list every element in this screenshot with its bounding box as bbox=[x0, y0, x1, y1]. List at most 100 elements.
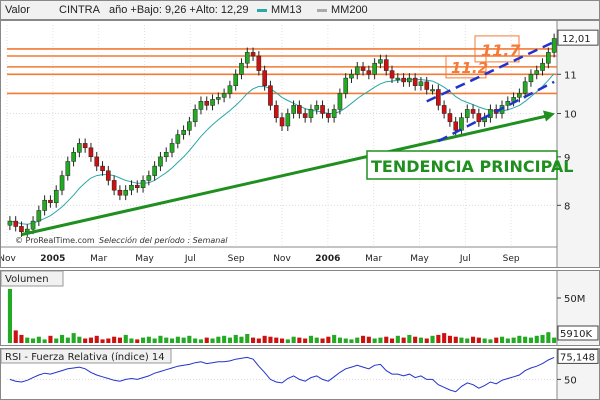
volume-bar bbox=[552, 337, 557, 343]
candle-body bbox=[459, 117, 464, 131]
volume-bar bbox=[361, 335, 366, 343]
candle-body bbox=[424, 81, 430, 90]
candle-body bbox=[349, 74, 354, 79]
volume-bar bbox=[94, 335, 99, 343]
volume-bar bbox=[25, 337, 30, 343]
volume-bar bbox=[152, 338, 157, 343]
candle-body bbox=[314, 105, 320, 110]
candle-body bbox=[24, 228, 30, 233]
x-tick-label: May bbox=[410, 254, 429, 264]
volume-bar bbox=[285, 339, 290, 343]
volume-panel: Volumen 50M 5910K bbox=[0, 270, 600, 346]
volume-bar bbox=[256, 338, 261, 343]
volume-bar bbox=[193, 338, 198, 343]
candle-body bbox=[418, 81, 424, 86]
candle-body bbox=[187, 121, 192, 131]
candle-body bbox=[82, 143, 88, 149]
candle-body bbox=[389, 70, 395, 79]
watermark-label: © ProRealTime.com bbox=[15, 236, 95, 245]
period-label: Selección del período : Semanal bbox=[99, 235, 228, 245]
y-tick-label: 11 bbox=[564, 70, 577, 81]
volume-bar bbox=[528, 337, 533, 343]
candle-body bbox=[378, 59, 383, 64]
candle-body bbox=[48, 199, 53, 203]
volume-bar bbox=[447, 335, 452, 343]
candle-body bbox=[262, 70, 267, 86]
volume-bar bbox=[141, 337, 146, 343]
candle-body bbox=[30, 220, 36, 230]
volume-bar bbox=[117, 337, 122, 343]
x-tick-label: May bbox=[135, 254, 154, 264]
x-tick-label: 2005 bbox=[40, 254, 65, 264]
volume-bar bbox=[511, 337, 516, 343]
candle-body bbox=[331, 109, 337, 118]
volume-bar bbox=[459, 337, 464, 343]
y-tick-label: 10 bbox=[564, 110, 577, 121]
volume-bar bbox=[523, 336, 528, 343]
candle-body bbox=[163, 152, 169, 158]
volume-plot-area bbox=[1, 271, 557, 345]
volume-bar bbox=[7, 289, 12, 343]
volume-bar bbox=[384, 336, 389, 343]
rsi-panel: RSI - Fuerza Relativa (índice) 14 50 75,14… bbox=[0, 348, 600, 400]
candle-body bbox=[152, 165, 157, 176]
volume-bar bbox=[245, 334, 250, 343]
ma13-legend-swatch bbox=[257, 9, 267, 12]
volume-bar bbox=[280, 338, 285, 343]
candle-body bbox=[383, 59, 389, 71]
volume-bar bbox=[123, 334, 128, 343]
volume-bar bbox=[135, 339, 140, 343]
volume-bar bbox=[413, 336, 418, 343]
candle-body bbox=[204, 101, 210, 106]
volume-bar bbox=[129, 338, 134, 343]
x-tick-label: Mar bbox=[365, 254, 382, 264]
volume-bar bbox=[60, 334, 65, 343]
volume-last-label: 5910K bbox=[560, 329, 592, 340]
volume-bar bbox=[505, 338, 510, 343]
volume-bar bbox=[378, 337, 383, 343]
volume-bar bbox=[390, 338, 395, 343]
volume-bar bbox=[418, 337, 423, 343]
candle-body bbox=[239, 62, 244, 75]
candle-body bbox=[337, 93, 343, 110]
candle-body bbox=[395, 77, 401, 80]
candle-body bbox=[517, 93, 522, 98]
volume-bar bbox=[442, 333, 447, 343]
volume-bar bbox=[494, 337, 499, 343]
candle-body bbox=[470, 109, 476, 114]
candle-body bbox=[297, 105, 302, 114]
volume-title: Volumen bbox=[5, 274, 49, 285]
valor-label: Valor bbox=[5, 4, 30, 16]
volume-bar bbox=[36, 336, 41, 343]
volume-bar bbox=[164, 337, 169, 343]
candle-body bbox=[7, 220, 13, 226]
volume-bar bbox=[366, 336, 371, 343]
volume-bar bbox=[48, 335, 53, 343]
volume-bar bbox=[274, 337, 279, 343]
volume-bar bbox=[112, 336, 117, 343]
candle-body bbox=[117, 189, 123, 196]
x-tick-label: Nov bbox=[1, 254, 16, 264]
candle-body bbox=[528, 74, 534, 83]
volume-bar bbox=[355, 337, 360, 343]
volume-bar bbox=[308, 335, 313, 343]
candle-body bbox=[279, 117, 285, 127]
volume-bar bbox=[227, 337, 232, 343]
candle-body bbox=[134, 184, 140, 188]
candle-body bbox=[111, 180, 117, 191]
volume-bar bbox=[42, 339, 47, 343]
range-stats: año +Bajo: 9,26 +Alto: 12,29 bbox=[109, 4, 249, 16]
volume-bar bbox=[430, 335, 435, 343]
candle-body bbox=[250, 52, 256, 57]
level-upper-label: 11.7 bbox=[481, 41, 521, 60]
candle-body bbox=[198, 101, 204, 110]
volume-bar bbox=[471, 336, 476, 343]
candle-body bbox=[412, 77, 418, 86]
candle-body bbox=[94, 156, 100, 167]
price-panel: 8 9 10 11 11.7 11.2 TENDENCIA PRINCIPAL 12,01 © … bbox=[0, 20, 600, 268]
candle-body bbox=[366, 70, 372, 75]
price-axis-area bbox=[557, 21, 599, 267]
candle-body bbox=[453, 121, 459, 131]
volume-y-tick-label: 50M bbox=[564, 294, 585, 305]
volume-bar bbox=[326, 336, 331, 343]
